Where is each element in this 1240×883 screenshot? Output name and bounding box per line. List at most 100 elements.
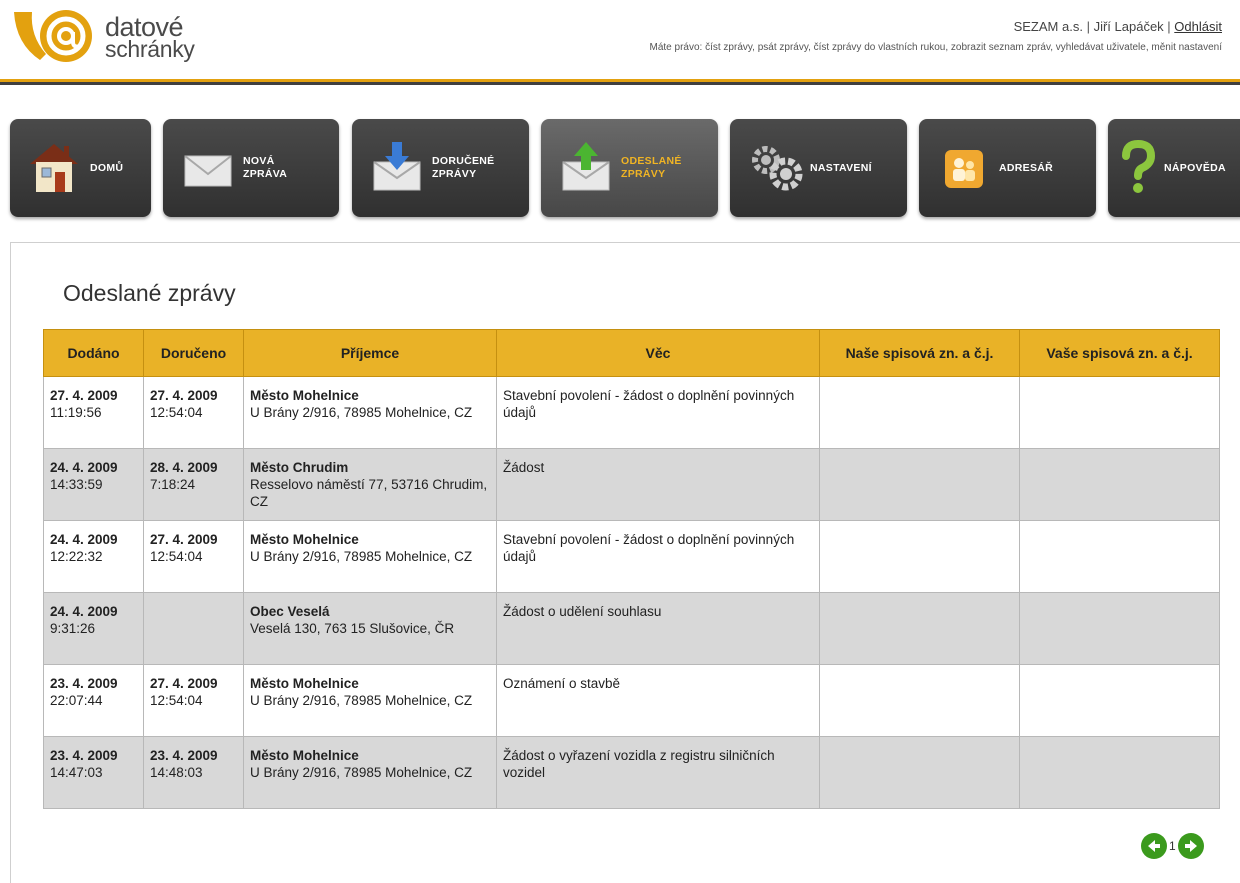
nav-new-message[interactable]: NOVÁ ZPRÁVA xyxy=(163,119,339,217)
table-row[interactable]: 24. 4. 2009 14:33:59 28. 4. 2009 7:18:24 M… xyxy=(43,448,1220,521)
sent-date: 23. 4. 2009 xyxy=(50,676,118,691)
subject-cell[interactable]: Žádost xyxy=(496,448,820,521)
recipient-cell: Město Chrudim Resselovo náměstí 77, 53716… xyxy=(243,448,497,521)
recipient-address: U Brány 2/916, 78985 Mohelnice, CZ xyxy=(250,765,473,780)
sent-time: 14:33:59 xyxy=(50,477,103,492)
table-row[interactable]: 24. 4. 2009 9:31:26 Obec Veselá Veselá 130… xyxy=(43,592,1220,665)
nav-received-messages[interactable]: DORUČENÉ ZPRÁVY xyxy=(352,119,529,217)
sent-time: 11:19:56 xyxy=(50,405,102,420)
column-header-our-ref[interactable]: Naše spisová zn. a č.j. xyxy=(819,329,1020,377)
our-ref-cell xyxy=(819,664,1020,737)
sent-time: 9:31:26 xyxy=(50,621,96,636)
delivered-cell: 27. 4. 2009 12:54:04 xyxy=(143,376,244,449)
recipient-name: Město Mohelnice xyxy=(250,532,359,547)
logo-line-2: schránky xyxy=(105,36,195,62)
nav-address-book-label: ADRESÁŘ xyxy=(999,161,1054,174)
logout-link[interactable]: Odhlásit xyxy=(1174,19,1222,34)
nav-settings[interactable]: NASTAVENÍ xyxy=(730,119,907,217)
delivered-date: 28. 4. 2009 xyxy=(150,460,218,475)
our-ref-cell xyxy=(819,520,1020,593)
delivered-cell: 23. 4. 2009 14:48:03 xyxy=(143,736,244,809)
sent-date: 27. 4. 2009 xyxy=(50,388,118,403)
delivered-cell: 27. 4. 2009 12:54:04 xyxy=(143,520,244,593)
recipient-cell: Město Mohelnice U Brány 2/916, 78985 Mohe… xyxy=(243,736,497,809)
outbox-icon xyxy=(555,140,615,196)
delivered-date: 23. 4. 2009 xyxy=(150,748,218,763)
logo-line-1: datové xyxy=(105,12,184,42)
page-title: Odeslané zprávy xyxy=(63,280,236,306)
pagination: 1 xyxy=(1141,833,1204,859)
recipient-address: U Brány 2/916, 78985 Mohelnice, CZ xyxy=(250,405,473,420)
delivered-time: 12:54:04 xyxy=(150,549,203,564)
nav-help[interactable]: NÁPOVĚDA xyxy=(1108,119,1240,217)
sent-time: 12:22:32 xyxy=(50,549,103,564)
sent-messages-table: Dodáno Doručeno Příjemce Věc Naše spisov… xyxy=(43,329,1220,809)
recipient-name: Město Mohelnice xyxy=(250,748,359,763)
nav-sent-messages[interactable]: ODESLANÉ ZPRÁVY xyxy=(541,119,718,217)
subject-cell[interactable]: Stavební povolení - žádost o doplnění po… xyxy=(496,376,820,449)
recipient-name: Město Mohelnice xyxy=(250,676,359,691)
logo[interactable]: datové schránky xyxy=(10,6,220,66)
column-header-delivered[interactable]: Doručeno xyxy=(143,329,244,377)
logo-text: datové schránky xyxy=(105,12,195,62)
recipient-cell: Město Mohelnice U Brány 2/916, 78985 Mohe… xyxy=(243,664,497,737)
recipient-cell: Město Mohelnice U Brány 2/916, 78985 Mohe… xyxy=(243,520,497,593)
nav-received-messages-label: DORUČENÉ ZPRÁVY xyxy=(432,155,495,180)
recipient-address: U Brány 2/916, 78985 Mohelnice, CZ xyxy=(250,693,473,708)
current-page-number[interactable]: 1 xyxy=(1169,839,1176,853)
recipient-name: Město Mohelnice xyxy=(250,388,359,403)
sent-cell: 24. 4. 2009 14:33:59 xyxy=(43,448,144,521)
sent-cell: 27. 4. 2009 11:19:56 xyxy=(43,376,144,449)
column-header-subject[interactable]: Věc xyxy=(496,329,820,377)
arrow-right-icon xyxy=(1184,840,1197,852)
our-ref-cell xyxy=(819,376,1020,449)
table-row[interactable]: 27. 4. 2009 11:19:56 27. 4. 2009 12:54:04 … xyxy=(43,376,1220,449)
sent-date: 24. 4. 2009 xyxy=(50,604,118,619)
gears-icon xyxy=(744,140,804,196)
delivered-cell xyxy=(143,592,244,665)
house-icon xyxy=(24,140,84,196)
recipient-cell: Město Mohelnice U Brány 2/916, 78985 Mohe… xyxy=(243,376,497,449)
our-ref-cell xyxy=(819,592,1020,665)
delivered-cell: 27. 4. 2009 12:54:04 xyxy=(143,664,244,737)
envelope-icon xyxy=(177,140,237,196)
inbox-icon xyxy=(366,140,426,196)
sent-date: 24. 4. 2009 xyxy=(50,532,118,547)
column-header-recipient[interactable]: Příjemce xyxy=(243,329,497,377)
column-header-your-ref[interactable]: Vaše spisová zn. a č.j. xyxy=(1019,329,1220,377)
nav-home-label: DOMŮ xyxy=(90,161,124,174)
our-ref-cell xyxy=(819,448,1020,521)
recipient-address: Veselá 130, 763 15 Slušovice, ČR xyxy=(250,621,455,636)
user-name: Jiří Lapáček xyxy=(1093,19,1164,34)
sent-time: 14:47:03 xyxy=(50,765,103,780)
separator: | xyxy=(1086,19,1094,34)
recipient-name: Obec Veselá xyxy=(250,604,330,619)
delivered-time: 12:54:04 xyxy=(150,405,203,420)
your-ref-cell xyxy=(1019,448,1220,521)
recipient-address: U Brány 2/916, 78985 Mohelnice, CZ xyxy=(250,549,473,564)
subject-cell[interactable]: Žádost o vyřazení vozidla z registru sil… xyxy=(496,736,820,809)
help-icon xyxy=(1118,139,1158,196)
previous-page-button[interactable] xyxy=(1141,833,1167,859)
sent-cell: 23. 4. 2009 14:47:03 xyxy=(43,736,144,809)
column-header-sent[interactable]: Dodáno xyxy=(43,329,144,377)
table-row[interactable]: 23. 4. 2009 14:47:03 23. 4. 2009 14:48:03 … xyxy=(43,736,1220,809)
sent-cell: 24. 4. 2009 12:22:32 xyxy=(43,520,144,593)
table-row[interactable]: 23. 4. 2009 22:07:44 27. 4. 2009 12:54:04 … xyxy=(43,664,1220,737)
nav-address-book[interactable]: ADRESÁŘ xyxy=(919,119,1096,217)
table-row[interactable]: 24. 4. 2009 12:22:32 27. 4. 2009 12:54:04 … xyxy=(43,520,1220,593)
nav-home[interactable]: DOMŮ xyxy=(10,119,151,217)
subject-cell[interactable]: Stavební povolení - žádost o doplnění po… xyxy=(496,520,820,593)
header-divider-shadow xyxy=(0,82,1240,85)
your-ref-cell xyxy=(1019,664,1220,737)
delivered-date: 27. 4. 2009 xyxy=(150,676,218,691)
arrow-left-icon xyxy=(1148,840,1160,852)
nav-sent-messages-label: ODESLANÉ ZPRÁVY xyxy=(621,155,682,180)
delivered-date: 27. 4. 2009 xyxy=(150,532,218,547)
user-info: SEZAM a.s. | Jiří Lapáček | Odhlásit xyxy=(1014,19,1222,34)
next-page-button[interactable] xyxy=(1177,833,1204,859)
subject-cell[interactable]: Oznámení o stavbě xyxy=(496,664,820,737)
subject-cell[interactable]: Žádost o udělení souhlasu xyxy=(496,592,820,665)
delivered-time: 12:54:04 xyxy=(150,693,203,708)
delivered-date: 27. 4. 2009 xyxy=(150,388,218,403)
